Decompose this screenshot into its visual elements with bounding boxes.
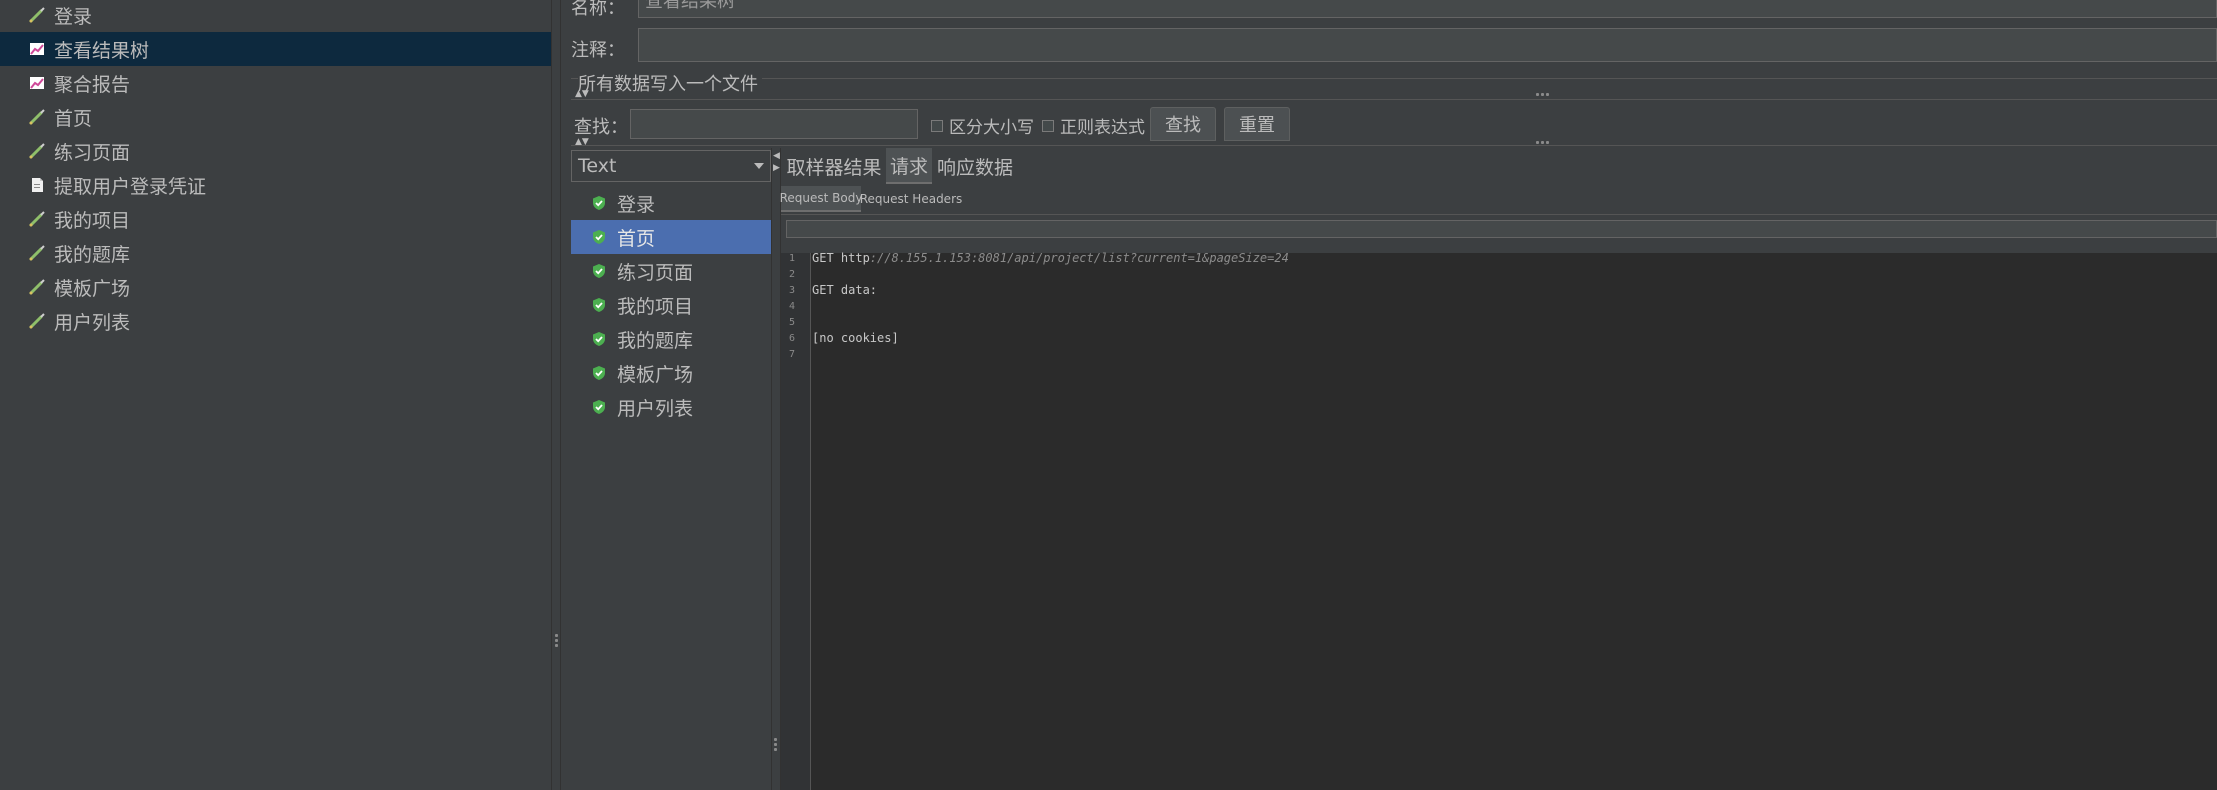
sampler-pencil-icon — [26, 242, 48, 264]
document-icon — [26, 174, 48, 196]
success-shield-icon — [589, 363, 609, 383]
regex-checkbox[interactable]: 正则表达式 — [1042, 113, 1145, 138]
line-number: 1 — [789, 253, 796, 264]
success-shield-icon — [589, 261, 609, 281]
sampler-pencil-icon — [26, 140, 48, 162]
search-input[interactable] — [630, 109, 918, 139]
tree-item-home[interactable]: 首页 — [0, 100, 551, 134]
comment-label: 注释： — [571, 40, 625, 61]
chevron-down-icon — [754, 163, 764, 169]
tab-response-data[interactable]: 响应数据 — [934, 148, 1016, 184]
splitter-grip-icon — [774, 738, 778, 752]
tree-item-login[interactable]: 登录 — [0, 0, 551, 32]
success-shield-icon — [589, 295, 609, 315]
result-item-practice[interactable]: 练习页面 — [571, 254, 771, 288]
tree-item-extract-credentials[interactable]: 提取用户登录凭证 — [0, 168, 551, 202]
file-section-divider — [571, 99, 2217, 100]
panel-grip-icon[interactable] — [1536, 93, 1550, 97]
tab-request[interactable]: 请求 — [886, 148, 932, 184]
tree-item-my-question-bank[interactable]: 我的题库 — [0, 236, 551, 270]
success-shield-icon — [589, 397, 609, 417]
line-number: 5 — [789, 317, 796, 328]
checkbox-box — [1042, 119, 1054, 132]
result-item-my-projects[interactable]: 我的项目 — [571, 288, 771, 322]
main-splitter[interactable] — [551, 0, 561, 790]
subtab-divider — [781, 214, 2217, 215]
test-plan-tree: 登录 查看结果树 聚合报告 首页 练习页面 提取用户登录凭证 我的项目 我的题库… — [0, 0, 551, 790]
results-panel: Text 登录 首页 练习页面 我的项目 我的题库 模板广场 用户列表 — [571, 148, 772, 790]
tree-item-practice[interactable]: 练习页面 — [0, 134, 551, 168]
code-line: GET data: — [812, 283, 878, 297]
tree-item-user-list[interactable]: 用户列表 — [0, 304, 551, 338]
tree-item-aggregate-report[interactable]: 聚合报告 — [0, 66, 551, 100]
subtab-request-body[interactable]: Request Body — [780, 186, 862, 212]
find-button[interactable]: 查找 — [1150, 107, 1216, 141]
results-splitter[interactable]: ◀ ▶ — [771, 148, 781, 790]
request-url: ://8.155.1.153:8081/api/project/list?cur… — [869, 251, 1289, 265]
file-section-line — [571, 78, 2217, 79]
request-body-editor[interactable]: 1 2 3 4 5 6 7 GET http://8.155.1.153:808… — [781, 251, 2217, 790]
collapse-arrows-icon[interactable]: ▲▼ — [575, 90, 589, 99]
collapse-right-arrow-icon[interactable]: ▶ — [773, 164, 780, 173]
file-section-title: 所有数据写入一个文件 — [578, 70, 762, 96]
tree-item-view-results-tree[interactable]: 查看结果树 — [0, 32, 551, 66]
splitter-grip-icon — [555, 634, 559, 648]
success-shield-icon — [589, 329, 609, 349]
checkbox-box — [931, 119, 943, 132]
result-item-home[interactable]: 首页 — [571, 220, 771, 254]
line-number: 3 — [789, 285, 796, 296]
subtab-request-headers[interactable]: Request Headers — [860, 186, 963, 212]
tree-item-template-square[interactable]: 模板广场 — [0, 270, 551, 304]
line-number: 2 — [789, 269, 796, 280]
listener-chart-icon — [26, 38, 48, 60]
sampler-pencil-icon — [26, 106, 48, 128]
collapse-left-arrow-icon[interactable]: ◀ — [773, 152, 780, 161]
search-divider — [571, 145, 2217, 146]
code-line: [no cookies] — [812, 331, 899, 345]
name-field[interactable]: 查看结果树 — [638, 0, 2217, 18]
line-number: 6 — [789, 333, 796, 344]
result-item-template-square[interactable]: 模板广场 — [571, 356, 771, 390]
result-item-login[interactable]: 登录 — [571, 186, 771, 220]
line-number: 7 — [789, 349, 796, 360]
sampler-pencil-icon — [26, 4, 48, 26]
result-item-my-question-bank[interactable]: 我的题库 — [571, 322, 771, 356]
listener-chart-icon — [26, 72, 48, 94]
name-label: 名称： — [571, 0, 625, 19]
line-number-gutter: 1 2 3 4 5 6 7 — [781, 253, 811, 790]
result-item-user-list[interactable]: 用户列表 — [571, 390, 771, 424]
code-line: GET http://8.155.1.153:8081/api/project/… — [812, 251, 1289, 265]
tab-sampler-result[interactable]: 取样器结果 — [784, 148, 884, 184]
search-label: 查找： — [574, 117, 628, 138]
sampler-pencil-icon — [26, 208, 48, 230]
case-sensitive-checkbox[interactable]: 区分大小写 — [931, 113, 1034, 138]
sampler-pencil-icon — [26, 310, 48, 332]
reset-button[interactable]: 重置 — [1224, 107, 1290, 141]
comment-field[interactable] — [638, 28, 2217, 62]
editor-search-bar[interactable] — [786, 220, 2217, 238]
success-shield-icon — [589, 227, 609, 247]
tree-item-my-projects[interactable]: 我的项目 — [0, 202, 551, 236]
sampler-pencil-icon — [26, 276, 48, 298]
renderer-select[interactable]: Text — [571, 150, 771, 182]
success-shield-icon — [589, 193, 609, 213]
line-number: 4 — [789, 301, 796, 312]
